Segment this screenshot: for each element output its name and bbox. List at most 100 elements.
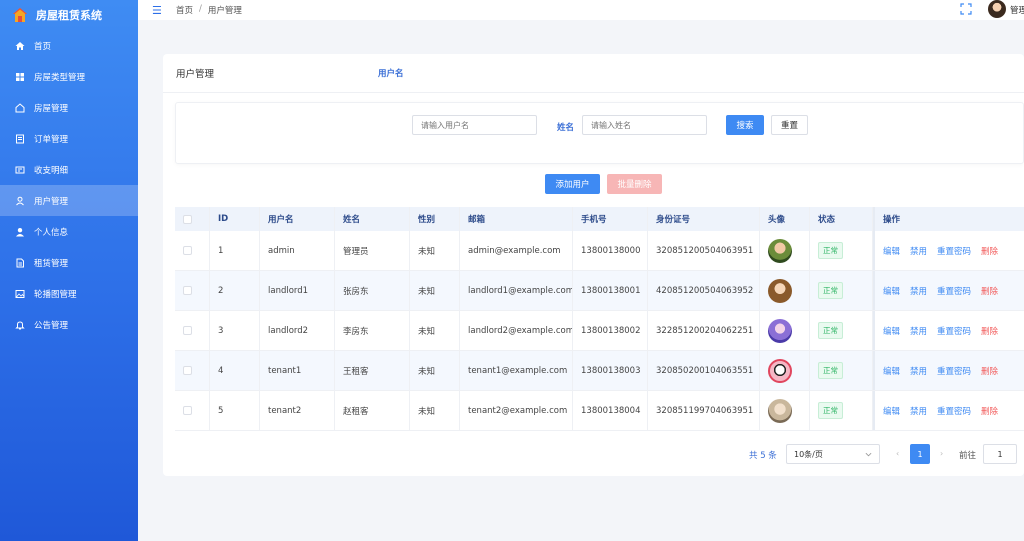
- cell-email: landlord1@example.com: [460, 271, 573, 310]
- sidebar-item-label: 订单管理: [34, 134, 69, 145]
- reset-password-button[interactable]: 重置密码: [937, 325, 971, 337]
- app-logo: 房屋租赁系统: [0, 0, 138, 30]
- goto-page-input[interactable]: 1: [983, 444, 1017, 464]
- cell-name: 张房东: [335, 271, 410, 310]
- reset-password-button[interactable]: 重置密码: [937, 285, 971, 297]
- sidebar-menu: 首页 房屋类型管理 房屋管理 订单管理 收支明细 用户管理 个人信息 租赁管理: [0, 30, 138, 340]
- cell-ops: 编辑 禁用 重置密码 删除: [873, 271, 1024, 310]
- delete-button[interactable]: 删除: [981, 405, 998, 417]
- col-gender: 性别: [410, 207, 460, 231]
- edit-button[interactable]: 编辑: [883, 325, 900, 337]
- col-email: 邮箱: [460, 207, 573, 231]
- select-all-cell: [175, 207, 210, 231]
- select-all-checkbox[interactable]: [183, 214, 192, 224]
- cell-username: tenant2: [260, 391, 335, 430]
- reset-password-button[interactable]: 重置密码: [937, 365, 971, 377]
- delete-button[interactable]: 删除: [981, 245, 998, 257]
- edit-button[interactable]: 编辑: [883, 405, 900, 417]
- user-avatar[interactable]: [988, 0, 1006, 18]
- edit-button[interactable]: 编辑: [883, 365, 900, 377]
- disable-button[interactable]: 禁用: [910, 285, 927, 297]
- sidebar: 房屋租赁系统 首页 房屋类型管理 房屋管理 订单管理 收支明细 用户管理 个人信…: [0, 0, 138, 541]
- delete-button[interactable]: 删除: [981, 285, 998, 297]
- cell-name: 赵租客: [335, 391, 410, 430]
- row-checkbox[interactable]: [183, 406, 192, 415]
- cell-status: 正常: [810, 391, 873, 430]
- page-number-current[interactable]: 1: [910, 444, 930, 464]
- cell-avatar: [760, 311, 810, 350]
- cell-avatar: [760, 231, 810, 270]
- col-idcard: 身份证号: [648, 207, 760, 231]
- row-checkbox[interactable]: [183, 286, 192, 295]
- person-icon: [15, 227, 25, 237]
- add-user-button[interactable]: 添加用户: [545, 174, 600, 194]
- cell-idcard: 320850200104063551: [648, 351, 760, 390]
- cell-name: 王租客: [335, 351, 410, 390]
- cell-idcard: 322851200204062251: [648, 311, 760, 350]
- home-icon: [15, 41, 25, 51]
- row-checkbox[interactable]: [183, 366, 192, 375]
- table-row: 2 landlord1 张房东 未知 landlord1@example.com…: [175, 271, 1024, 311]
- fullscreen-icon[interactable]: [960, 3, 972, 15]
- edit-button[interactable]: 编辑: [883, 285, 900, 297]
- breadcrumb: 首页 / 用户管理: [176, 4, 242, 16]
- house-icon: [15, 102, 25, 113]
- sidebar-item-house-type[interactable]: 房屋类型管理: [0, 61, 138, 92]
- breadcrumb-home[interactable]: 首页: [176, 4, 193, 16]
- menu-toggle-icon[interactable]: ☰: [152, 4, 164, 17]
- sidebar-item-carousel[interactable]: 轮播图管理: [0, 278, 138, 309]
- table-row: 3 landlord2 李房东 未知 landlord2@example.com…: [175, 311, 1024, 351]
- status-badge: 正常: [818, 402, 843, 419]
- cell-avatar: [760, 391, 810, 430]
- sidebar-item-lease[interactable]: 租赁管理: [0, 247, 138, 278]
- cell-status: 正常: [810, 231, 873, 270]
- username-input[interactable]: [412, 115, 537, 135]
- page-size-select[interactable]: 10条/页: [786, 444, 880, 464]
- house-logo-icon: [13, 8, 27, 22]
- cell-email: landlord2@example.com: [460, 311, 573, 350]
- sidebar-item-label: 首页: [34, 41, 52, 52]
- pagination-total: 共 5 条: [749, 451, 777, 461]
- sidebar-item-profile[interactable]: 个人信息: [0, 216, 138, 247]
- cell-phone: 13800138004: [573, 391, 648, 430]
- user-name[interactable]: 管理员: [1010, 4, 1024, 16]
- file-icon: [15, 258, 25, 268]
- reset-password-button[interactable]: 重置密码: [937, 245, 971, 257]
- cell-ops: 编辑 禁用 重置密码 删除: [873, 351, 1024, 390]
- disable-button[interactable]: 禁用: [910, 365, 927, 377]
- cell-gender: 未知: [410, 231, 460, 270]
- row-check-cell: [175, 311, 210, 350]
- delete-button[interactable]: 删除: [981, 365, 998, 377]
- row-checkbox[interactable]: [183, 246, 192, 255]
- reset-button[interactable]: 重置: [771, 115, 808, 135]
- delete-button[interactable]: 删除: [981, 325, 998, 337]
- cell-id: 1: [210, 231, 260, 270]
- name-input[interactable]: [582, 115, 707, 135]
- sidebar-item-house[interactable]: 房屋管理: [0, 92, 138, 123]
- col-avatar: 头像: [760, 207, 810, 231]
- status-badge: 正常: [818, 362, 843, 379]
- batch-delete-button[interactable]: 批量删除: [607, 174, 662, 194]
- reset-password-button[interactable]: 重置密码: [937, 405, 971, 417]
- next-page-icon[interactable]: ›: [940, 449, 943, 458]
- cell-gender: 未知: [410, 271, 460, 310]
- sidebar-item-orders[interactable]: 订单管理: [0, 123, 138, 154]
- disable-button[interactable]: 禁用: [910, 245, 927, 257]
- breadcrumb-separator: /: [199, 4, 202, 14]
- cell-ops: 编辑 禁用 重置密码 删除: [873, 231, 1024, 270]
- sidebar-item-label: 房屋类型管理: [34, 72, 86, 83]
- sidebar-item-home[interactable]: 首页: [0, 30, 138, 61]
- cell-id: 2: [210, 271, 260, 310]
- sidebar-item-users[interactable]: 用户管理: [0, 185, 138, 216]
- search-button[interactable]: 搜索: [726, 115, 764, 135]
- sidebar-item-label: 公告管理: [34, 320, 69, 331]
- sidebar-item-finance[interactable]: 收支明细: [0, 154, 138, 185]
- cell-status: 正常: [810, 351, 873, 390]
- disable-button[interactable]: 禁用: [910, 405, 927, 417]
- disable-button[interactable]: 禁用: [910, 325, 927, 337]
- avatar: [768, 238, 792, 263]
- sidebar-item-notice[interactable]: 公告管理: [0, 309, 138, 340]
- row-checkbox[interactable]: [183, 326, 192, 335]
- prev-page-icon[interactable]: ‹: [896, 449, 899, 458]
- edit-button[interactable]: 编辑: [883, 245, 900, 257]
